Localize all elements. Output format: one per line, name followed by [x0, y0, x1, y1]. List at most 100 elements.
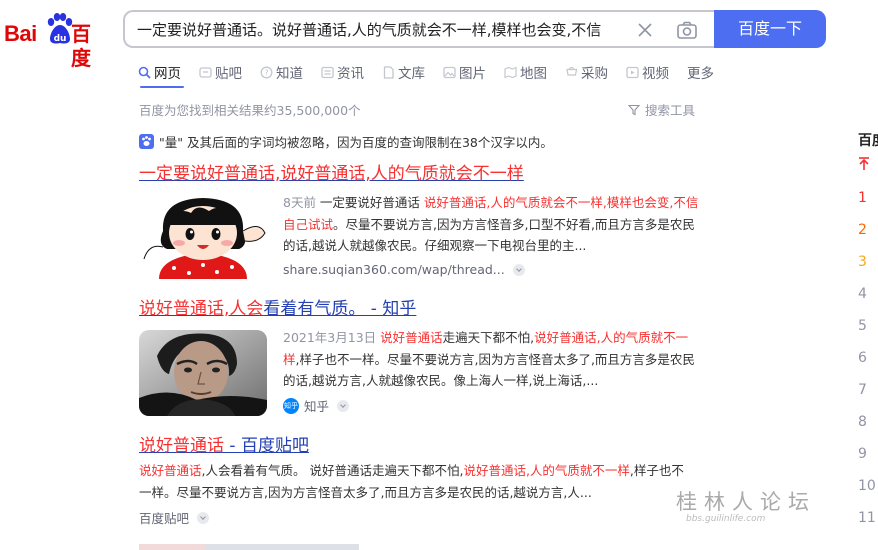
- result-thumbnail[interactable]: [139, 330, 267, 416]
- result-title[interactable]: 一定要说好普通话,说好普通话,人的气质就会不一样: [139, 163, 524, 185]
- source-url: share.suqian360.com/wap/thread...: [283, 262, 505, 277]
- text-segment: 一定要说好普通话: [315, 195, 424, 210]
- tab-label: 知道: [276, 66, 303, 82]
- hot-rank-number[interactable]: 11: [858, 508, 878, 540]
- logo-chinese-text: 百度: [71, 22, 92, 70]
- tab-news[interactable]: 资讯: [321, 61, 364, 83]
- notice-text: "量" 及其后面的字词均被忽略，因为百度的查询限制在38个汉字以内。: [159, 134, 553, 150]
- snippet-text: 一定要说好普通话 说好普通话,人的气质就会不一样,模样也会变,不信自己试试。尽量…: [283, 195, 698, 253]
- next-result-partial: [139, 544, 359, 550]
- filter-icon: [628, 104, 640, 115]
- cartoon-girl-image: [139, 193, 267, 279]
- text-segment: - 百度贴吧: [224, 436, 309, 456]
- text-segment: 看着有气质。 - 知乎: [263, 299, 417, 319]
- zhihu-badge-text: 知乎: [284, 401, 298, 410]
- result-source[interactable]: 知乎 知乎: [283, 396, 350, 415]
- chevron-down-icon[interactable]: [337, 399, 350, 412]
- tieba-icon: [199, 66, 212, 78]
- hot-rank-number[interactable]: 3: [858, 252, 878, 284]
- tab-label: 文库: [398, 66, 425, 82]
- result-snippet: 8天前 一定要说好普通话 说好普通话,人的气质就会不一样,模样也会变,不信自己试…: [283, 192, 703, 257]
- tab-images[interactable]: 图片: [443, 61, 486, 83]
- highlighted-text: 说好普通话,人会: [139, 299, 264, 319]
- camera-icon[interactable]: [675, 19, 699, 41]
- hot-list: 百度 1 2 3 4 5 6 7 8 9 10 11: [858, 130, 878, 540]
- hot-rank-number[interactable]: 9: [858, 444, 878, 476]
- pinned-top-icon[interactable]: [858, 156, 878, 188]
- chevron-down-icon[interactable]: [512, 263, 525, 276]
- result-count: 百度为您找到相关结果约35,500,000个: [139, 103, 361, 118]
- result-snippet: 说好普通话,人会看着有气质。 说好普通话走遍天下都不怕,说好普通话,人的气质就不…: [139, 460, 695, 503]
- tab-label: 资讯: [337, 66, 364, 82]
- result-source[interactable]: 百度贴吧: [139, 508, 210, 527]
- forum-watermark-url: bbs.guilinlife.com: [686, 514, 766, 524]
- tab-label: 更多: [687, 66, 714, 82]
- result-date: 2021年3月13日: [283, 330, 377, 345]
- highlighted-text: 说好普通话: [139, 463, 202, 478]
- baidu-paw-icon: [139, 133, 154, 149]
- search-tools-button[interactable]: 搜索工具: [628, 100, 695, 119]
- tab-label: 视频: [642, 66, 669, 82]
- result-source[interactable]: share.suqian360.com/wap/thread...: [283, 262, 525, 277]
- document-icon: [383, 65, 394, 79]
- tab-webpage[interactable]: 网页: [138, 61, 181, 83]
- text-segment: ,人会看着有气质。 说好普通话走遍天下都不怕,: [201, 463, 464, 478]
- result-date: 8天前: [283, 195, 316, 210]
- tab-video[interactable]: 视频: [626, 61, 669, 83]
- video-icon: [626, 66, 639, 78]
- tab-wenku[interactable]: 文库: [382, 61, 425, 83]
- cart-icon: [566, 66, 578, 76]
- result-title[interactable]: 说好普通话 - 百度贴吧: [139, 435, 309, 457]
- search-tools-label: 搜索工具: [645, 103, 696, 118]
- search-button[interactable]: 百度一下: [714, 10, 826, 48]
- result-snippet: 2021年3月13日 说好普通话走遍天下都不怕,说好普通话,人的气质就不一样,样…: [283, 327, 701, 392]
- tab-label: 采购: [581, 66, 608, 82]
- tab-label: 网页: [154, 66, 181, 82]
- hot-rank-number[interactable]: 10: [858, 476, 878, 508]
- hot-list-title: 百度: [858, 133, 878, 149]
- text-segment: 走遍天下都不怕,: [442, 330, 535, 345]
- tab-label: 贴吧: [215, 66, 242, 82]
- hot-rank-number[interactable]: 8: [858, 412, 878, 444]
- news-icon: [321, 66, 334, 78]
- hot-rank-number[interactable]: 6: [858, 348, 878, 380]
- question-icon: ?: [260, 66, 273, 78]
- highlighted-text: 一定要说好普通话,说好普通话,人的气质就会不一样: [139, 164, 524, 184]
- zhihu-logo-icon: 知乎: [283, 397, 299, 414]
- tab-tieba[interactable]: 贴吧: [199, 61, 242, 83]
- hot-rank-number[interactable]: 1: [858, 188, 878, 220]
- tab-label: 图片: [459, 66, 486, 82]
- highlighted-text: 说好普通话,人的气质就不一样: [463, 463, 630, 478]
- hot-rank-number[interactable]: 2: [858, 220, 878, 252]
- tab-purchase[interactable]: 采购: [565, 61, 608, 83]
- chevron-down-icon[interactable]: [197, 511, 210, 524]
- baidu-logo[interactable]: Bai du 百度: [4, 12, 108, 70]
- portrait-photo-image: [139, 330, 267, 416]
- highlighted-text: 说好普通话: [380, 330, 443, 345]
- logo-latin-text: Bai: [4, 21, 37, 46]
- tab-map[interactable]: 地图: [504, 61, 547, 83]
- search-input[interactable]: 一定要说好普通话。说好普通话,人的气质就会不一样,模样也会变,不信: [137, 20, 629, 40]
- highlighted-text: 说好普通话: [139, 436, 224, 456]
- vertical-tabs: 网页 贴吧 ? 知道 资讯 文库 图片 地图 采购 视频 更多: [138, 61, 732, 85]
- text-segment: ,样子也不一样。尽量不要说方言,因为方言怪音太多了,而且方言多是农民的话,越说方…: [283, 351, 695, 389]
- map-icon: [504, 66, 517, 78]
- image-icon: [443, 66, 456, 78]
- tab-zhidao[interactable]: ? 知道: [260, 61, 303, 83]
- hot-rank-number[interactable]: 4: [858, 284, 878, 316]
- result-thumbnail[interactable]: [139, 193, 267, 279]
- tab-label: 地图: [520, 66, 547, 82]
- text-segment: 。尽量不要说方言,因为方言怪音多,口型不好看,而且方言多是农民的话,越说人就越像…: [283, 216, 695, 254]
- search-box[interactable]: 一定要说好普通话。说好普通话,人的气质就会不一样,模样也会变,不信: [123, 10, 717, 48]
- source-name: 百度贴吧: [139, 511, 190, 526]
- hot-rank-number[interactable]: 5: [858, 316, 878, 348]
- snippet-text: 说好普通话,人会看着有气质。 说好普通话走遍天下都不怕,说好普通话,人的气质就不…: [139, 463, 684, 500]
- hot-rank-number[interactable]: 7: [858, 380, 878, 412]
- forum-watermark: 桂林人论坛: [676, 490, 816, 514]
- svg-text:?: ?: [264, 68, 268, 77]
- svg-text:du: du: [54, 34, 67, 44]
- tab-more[interactable]: 更多: [687, 61, 714, 83]
- clear-icon[interactable]: [635, 20, 655, 40]
- result-title[interactable]: 说好普通话,人会看着有气质。 - 知乎: [139, 298, 416, 320]
- active-tab-indicator: [140, 86, 184, 88]
